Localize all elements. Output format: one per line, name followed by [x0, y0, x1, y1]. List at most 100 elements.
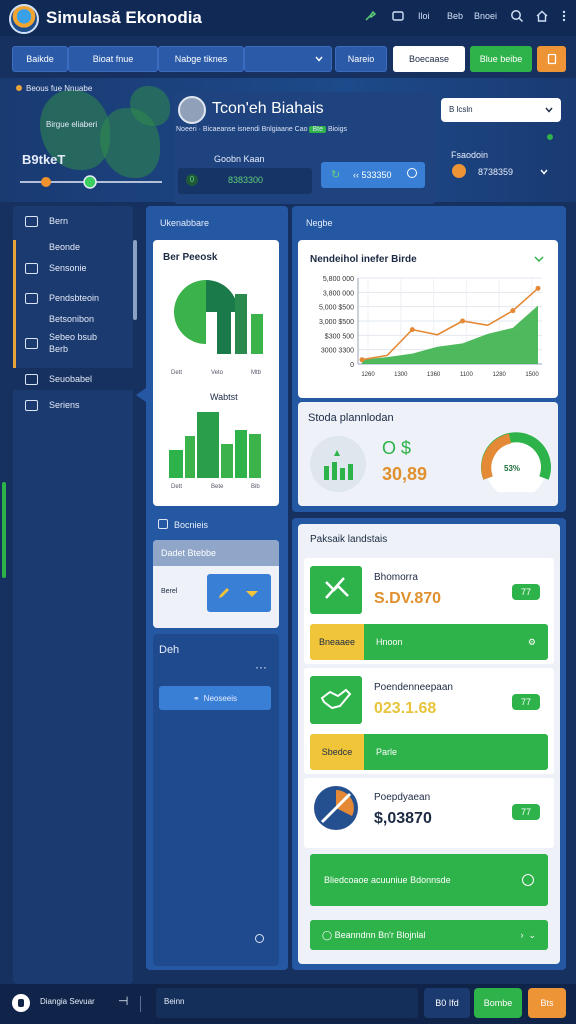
sidebar: Bern Beonde Sensonie Pendsbteoin Betsoni…	[13, 206, 137, 984]
right-top-panel: Negbe Nendeihol inefer Birde 5,800 000 3,…	[292, 206, 566, 512]
sidebar-item-2[interactable]: Sensonie	[13, 257, 133, 279]
footer-profile: Diangia Sevuar	[40, 997, 95, 1006]
sidebar-scrollbar[interactable]	[133, 240, 137, 320]
chevron-down-icon[interactable]	[540, 169, 548, 175]
monitor-icon	[25, 262, 38, 274]
chevron-down-icon[interactable]	[534, 256, 544, 264]
mini-bar-3	[251, 314, 263, 354]
map-value: B9tkeT	[22, 152, 66, 167]
divider-icon: ⊣	[118, 994, 129, 1008]
list-item[interactable]: Bhomorra S.DV.870 77 Bneaaee Hnoon ⚙	[304, 558, 554, 664]
mini-tick-b1: Bete	[211, 484, 224, 490]
list-item-value: $,03870	[374, 810, 432, 827]
settings-icon: ⚙	[527, 636, 536, 647]
middle-header: Ukenabbare	[160, 218, 210, 228]
y-tick-label: 5,800 000	[323, 276, 354, 283]
more-vertical-icon[interactable]	[556, 9, 572, 25]
section3-title: Deh	[159, 644, 180, 656]
toolbar-tab-2[interactable]: Bioat fnue	[68, 46, 158, 72]
mini-tick-b2: Bib	[251, 484, 260, 490]
toolbar-green-button[interactable]: Blue beibe	[470, 46, 532, 72]
toolbar-dropdown[interactable]	[244, 46, 332, 72]
briefcase-icon	[25, 215, 38, 227]
sidebar-item-1[interactable]: Beonde	[13, 236, 133, 258]
chevron-right-icon: ›	[520, 929, 524, 940]
app-logo	[9, 4, 39, 34]
list-item-badge: 77	[512, 584, 540, 600]
sidebar-item-6[interactable]: Seuobabel	[13, 368, 133, 390]
sidebar-item-5[interactable]: Sebeo bsub Berb	[13, 328, 133, 358]
user-icon[interactable]	[12, 994, 30, 1012]
toolbar-tab-3[interactable]: Nabge tiknes	[158, 46, 244, 72]
sidebar-item-4[interactable]: Betsonibon	[13, 308, 133, 330]
map-sub: Birgue eliaberi	[46, 120, 98, 129]
marker-dot-icon	[16, 85, 22, 91]
window-icon	[25, 373, 38, 385]
list-item-bar[interactable]: Hnoon ⚙	[364, 624, 548, 660]
action-value: ‹‹ 533350	[353, 170, 392, 180]
section3-button[interactable]: ⚭ Neoseeis	[159, 686, 271, 710]
x-tick-label: 1100	[460, 372, 474, 378]
footer-input[interactable]: Beinn	[156, 988, 418, 1018]
menu-item-2[interactable]: Beb	[447, 11, 463, 21]
app-title: Simulasă Ekonodia	[46, 8, 202, 27]
sidebar-item-0[interactable]: Bern	[13, 210, 133, 232]
list-item-bar[interactable]: Parle	[364, 734, 548, 770]
footer-orange-button[interactable]: Bts	[528, 988, 566, 1018]
select-card: Dadet Btebbe Berel	[153, 540, 279, 628]
list-item-tag: Bneaaee	[310, 624, 364, 660]
section-icon	[158, 519, 168, 529]
toolbar-select[interactable]: Nareio	[335, 46, 387, 72]
slider-handle-start[interactable]	[41, 177, 51, 187]
stat-box: 0 8383300	[178, 168, 312, 194]
footer-input-text: Beinn	[164, 997, 185, 1006]
y-tick-label: 3,800 000	[323, 290, 354, 297]
caret-down-icon	[246, 591, 258, 597]
slider-handle-end[interactable]	[83, 175, 97, 189]
left-edge-indicator	[2, 482, 6, 578]
mail-icon	[25, 292, 38, 304]
select-control[interactable]	[207, 574, 271, 612]
summary-value: 30,89	[382, 464, 428, 484]
menu-item-1[interactable]: Iloi	[418, 11, 430, 21]
mini-donut-chart	[174, 280, 263, 354]
home-icon[interactable]	[534, 9, 550, 25]
divider	[140, 996, 141, 1012]
list-item[interactable]: Poendenneepaan 023.1.68 77 Sbedce Parle	[304, 668, 554, 774]
circle-icon	[407, 168, 417, 178]
footer-green-button[interactable]: Bombe	[474, 988, 522, 1018]
pin-icon[interactable]	[362, 9, 378, 25]
region-dropdown[interactable]: B lcsln	[441, 98, 561, 122]
footer-dark-button[interactable]: B0 Ifd	[424, 988, 470, 1018]
y-tick-label: 3,000 $500	[319, 319, 354, 326]
search-icon[interactable]	[509, 9, 525, 25]
mini-charts-card: Ber Peeosk Dett Veto Mtb Wabtst Dett Bet…	[153, 240, 279, 506]
line-chart-card: Nendeihol inefer Birde 5,800 000 3,800 00…	[298, 240, 558, 398]
section3: Deh ··· ⚭ Neoseeis	[153, 634, 279, 966]
timeline-slider[interactable]	[16, 174, 166, 190]
footer-action-button[interactable]: ◯ Beanndnn Bn'r Blojnlal › ⌄	[310, 920, 548, 950]
series-point	[535, 285, 541, 291]
footer: Diangia Sevuar ⊣ Beinn B0 Ifd Bombe Bts	[0, 984, 576, 1024]
list-item-tag: Sbedce	[310, 734, 364, 770]
select-card-header: Dadet Btebbe	[153, 540, 279, 566]
middle-panel: Ukenabbare Ber Peeosk Dett Veto Mtb Wabt…	[136, 206, 288, 970]
list-item[interactable]: Poepdyaean $,03870 77	[304, 778, 554, 848]
check-circle-icon: ◯	[322, 929, 333, 940]
sidebar-item-3[interactable]: Pendsbteoin	[13, 287, 133, 309]
right-header: Negbe	[306, 218, 333, 228]
sidebar-item-7[interactable]: Seriens	[13, 394, 133, 416]
document-icon	[547, 53, 556, 65]
x-tick-label: 1500	[525, 372, 539, 378]
menu-item-3[interactable]: Bnoei	[474, 11, 497, 21]
action-button[interactable]: ↻ ‹‹ 533350	[321, 162, 425, 188]
right-label: Fsaodoin	[451, 150, 489, 160]
more-icon[interactable]: ···	[255, 660, 267, 674]
window-icon[interactable]	[390, 9, 406, 25]
series-point	[460, 318, 466, 324]
toolbar-tab-1[interactable]: Baikde	[12, 46, 68, 72]
action-bar[interactable]: Bliedcoaoe acuuniue Bdonnsde	[310, 854, 548, 906]
toolbar-orange-button[interactable]	[537, 46, 566, 72]
toolbar-white-button[interactable]: Boecaase	[393, 46, 465, 72]
right-value: 8738359	[478, 167, 514, 177]
